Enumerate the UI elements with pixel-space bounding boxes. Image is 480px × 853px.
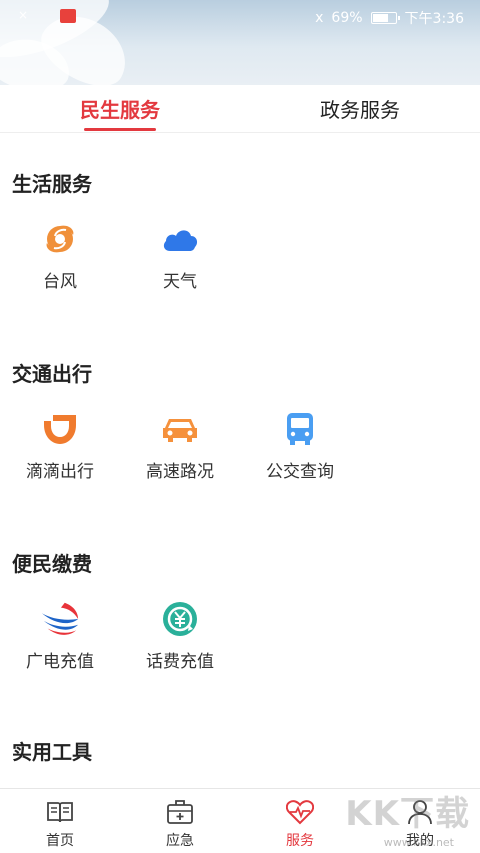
service-label: 广电充值 — [26, 652, 94, 672]
section-title: 便民缴费 — [12, 552, 92, 576]
service-grid: 滴滴出行 高速路况 公交查询 — [0, 409, 480, 482]
section-title: 交通出行 — [12, 362, 92, 386]
didi-icon — [40, 409, 80, 449]
section-life-services: 生活服务 台风 天气 — [0, 169, 480, 292]
service-item-weather[interactable]: 天气 — [120, 219, 240, 292]
watermark-logo: KK下载 — [345, 794, 470, 834]
service-label: 话费充值 — [146, 652, 214, 672]
battery-percent: 69% — [331, 10, 363, 26]
service-tabs: 民生服务 政务服务 — [0, 85, 480, 133]
service-label: 滴滴出行 — [26, 462, 94, 482]
service-item-highway[interactable]: 高速路况 — [120, 409, 240, 482]
services-content: 生活服务 台风 天气 交通出行 滴滴出行 高速路况 公交查询 便民缴费 广电充值… — [0, 134, 480, 788]
nav-services[interactable]: 服务 — [240, 789, 360, 853]
app-notification-icon — [60, 9, 76, 23]
nav-home[interactable]: 首页 — [0, 789, 120, 853]
cloud-icon — [160, 219, 200, 259]
signal-icon: ⅹ — [315, 10, 324, 26]
service-item-phone-recharge[interactable]: 话费充值 — [120, 599, 240, 672]
section-title: 实用工具 — [12, 740, 92, 764]
status-indicators: ⅹ 69% 下午3:36 — [315, 8, 464, 28]
nav-emergency[interactable]: 应急 — [120, 789, 240, 853]
typhoon-icon — [40, 219, 80, 259]
service-label: 高速路况 — [146, 462, 214, 482]
section-payments: 便民缴费 广电充值 话费充值 — [0, 549, 480, 672]
service-grid: 台风 天气 — [0, 219, 480, 292]
service-label: 天气 — [163, 272, 197, 292]
book-icon — [46, 798, 74, 826]
service-grid: 广电充值 话费充值 — [0, 599, 480, 672]
clock: 下午3:36 — [404, 11, 464, 27]
tab-livelihood-services[interactable]: 民生服务 — [0, 85, 240, 132]
yuan-recharge-icon — [160, 599, 200, 639]
nav-label: 首页 — [46, 833, 74, 849]
broadcast-logo-icon — [40, 599, 80, 639]
car-icon — [160, 409, 200, 449]
service-item-bus[interactable]: 公交查询 — [240, 409, 360, 482]
tab-government-services[interactable]: 政务服务 — [240, 85, 480, 132]
heart-pulse-icon — [286, 798, 314, 826]
watermark-url: www.kkx.net — [383, 836, 454, 849]
section-tools: 实用工具 — [0, 737, 480, 767]
service-item-typhoon[interactable]: 台风 — [0, 219, 120, 292]
status-close-mark: × — [18, 8, 29, 22]
bus-icon — [280, 409, 320, 449]
service-item-didi[interactable]: 滴滴出行 — [0, 409, 120, 482]
status-bar: × ⅹ 69% 下午3:36 — [0, 0, 480, 85]
battery-icon — [370, 12, 400, 24]
section-transport: 交通出行 滴滴出行 高速路况 公交查询 — [0, 359, 480, 482]
service-item-broadcast-recharge[interactable]: 广电充值 — [0, 599, 120, 672]
section-title: 生活服务 — [12, 172, 92, 196]
first-aid-kit-icon — [166, 798, 194, 826]
service-label: 台风 — [43, 272, 77, 292]
service-label: 公交查询 — [266, 462, 334, 482]
nav-label: 应急 — [166, 833, 194, 849]
nav-label: 服务 — [286, 833, 314, 849]
